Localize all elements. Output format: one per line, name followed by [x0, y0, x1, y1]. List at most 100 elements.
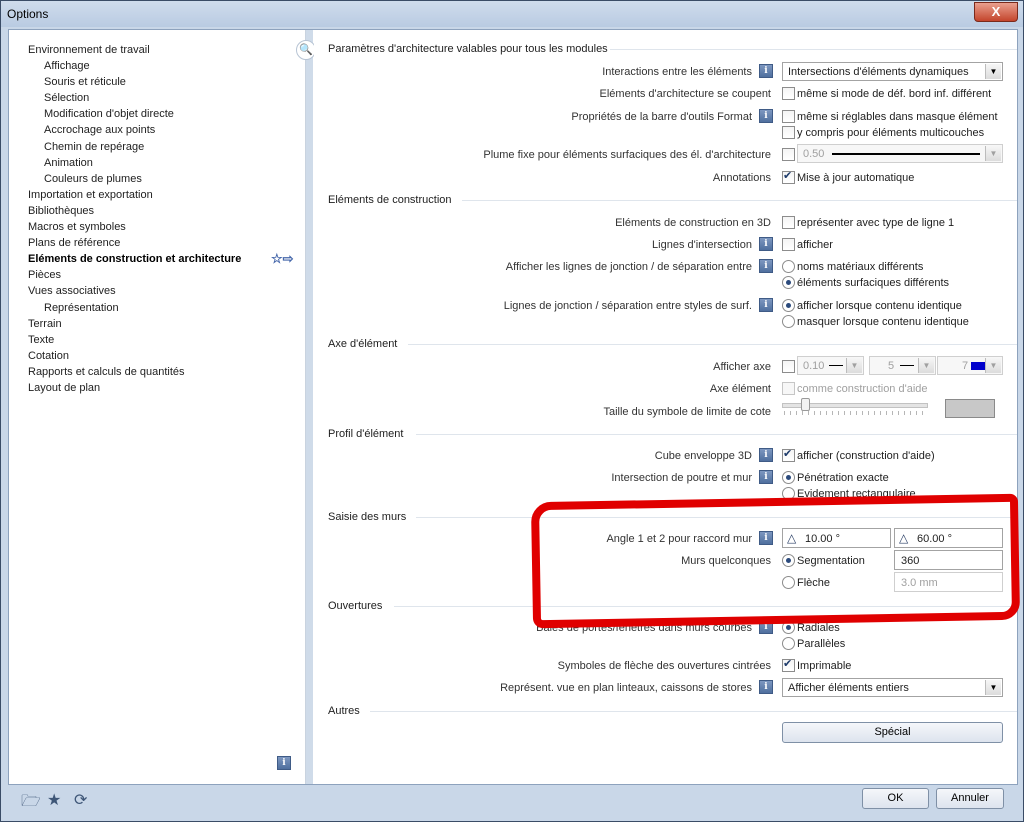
symboles-fleche-checkbox[interactable]: [782, 657, 795, 672]
afficher-axe-checkbox[interactable]: [782, 360, 795, 373]
bottom-bar: 🗁 ★ ⟳ OK Annuler: [1, 784, 1023, 821]
styles-afficher-radio[interactable]: [782, 299, 795, 312]
panel-splitter[interactable]: [306, 30, 313, 784]
cube-enveloppe-checkbox[interactable]: [782, 447, 795, 462]
jonction-surfaciques-radio[interactable]: [782, 276, 795, 289]
info-icon[interactable]: i: [759, 680, 773, 694]
info-icon[interactable]: i: [277, 756, 291, 770]
section-divider: [462, 200, 1017, 201]
tree-item[interactable]: Modification d'objet directe: [9, 106, 305, 122]
cancel-button[interactable]: Annuler: [936, 788, 1004, 809]
tree-item[interactable]: Représentation: [9, 300, 305, 316]
construction-3d-option: représenter avec type de ligne 1: [797, 217, 955, 229]
tree-item[interactable]: Affichage: [9, 58, 305, 74]
save-favorite-icon[interactable]: ★: [47, 790, 61, 810]
axe-pen-dropdown[interactable]: 0.10 ▼: [797, 356, 864, 375]
info-icon[interactable]: i: [759, 259, 773, 273]
tree-item[interactable]: Animation: [9, 155, 305, 171]
info-icon[interactable]: i: [759, 237, 773, 251]
plume-checkbox[interactable]: [782, 148, 795, 161]
tree-item[interactable]: Couleurs de plumes: [9, 171, 305, 187]
tree-item[interactable]: Terrain: [9, 316, 305, 332]
ok-button[interactable]: OK: [862, 788, 929, 809]
segmentation-radio[interactable]: [782, 554, 795, 567]
chevron-down-icon[interactable]: ▼: [846, 358, 862, 373]
tree-item[interactable]: Sélection: [9, 90, 305, 106]
tree-item[interactable]: Souris et réticule: [9, 74, 305, 90]
coupent-checkbox[interactable]: [782, 87, 795, 100]
tree-item[interactable]: Importation et exportation: [9, 187, 305, 203]
close-button[interactable]: X: [974, 2, 1018, 22]
color-swatch-preview: [971, 362, 985, 370]
chevron-down-icon[interactable]: ▼: [985, 680, 1001, 695]
axe-color-dropdown[interactable]: 7 ▼: [937, 356, 1003, 375]
tree-item-label: Accrochage aux points: [44, 124, 156, 137]
axe-element-option: comme construction d'aide: [797, 383, 928, 395]
info-icon[interactable]: i: [759, 109, 773, 123]
lignes-intersection-checkbox[interactable]: [782, 238, 795, 251]
segmentation-input[interactable]: 360: [894, 550, 1003, 570]
favorite-star-icon[interactable]: ☆⇨: [271, 251, 294, 267]
chevron-down-icon[interactable]: ▼: [985, 64, 1001, 79]
construction-3d-checkbox[interactable]: [782, 216, 795, 229]
info-icon[interactable]: i: [759, 298, 773, 312]
special-button[interactable]: Spécial: [782, 722, 1003, 743]
tree-item[interactable]: Rapports et calculs de quantités: [9, 364, 305, 380]
annotations-checkbox[interactable]: [782, 169, 795, 184]
baies-radiales-radio[interactable]: [782, 621, 795, 634]
info-icon[interactable]: i: [759, 448, 773, 462]
axe-element-checkbox[interactable]: [782, 382, 795, 395]
tree-item[interactable]: Plans de référence: [9, 235, 305, 251]
tree-item[interactable]: Layout de plan: [9, 380, 305, 396]
section-title-profil: Profil d'élément: [328, 428, 404, 440]
info-icon[interactable]: i: [759, 64, 773, 78]
tree-item[interactable]: Macros et symboles: [9, 219, 305, 235]
chevron-down-icon[interactable]: ▼: [918, 358, 934, 373]
chevron-down-icon[interactable]: ▼: [985, 358, 1001, 373]
coupent-label: Eléments d'architecture se coupent: [599, 88, 771, 100]
poutre-penetration-radio[interactable]: [782, 471, 795, 484]
linteaux-dropdown[interactable]: Afficher éléments entiers ▼: [782, 678, 1003, 697]
taille-symbole-slider-thumb[interactable]: [801, 398, 810, 411]
baies-radiales-option: Radiales: [797, 622, 840, 634]
info-icon[interactable]: i: [759, 470, 773, 484]
fleche-input[interactable]: 3.0 mm: [894, 572, 1003, 592]
poutre-evidement-option: Evidement rectangulaire: [797, 488, 916, 500]
jonction-materiaux-radio[interactable]: [782, 260, 795, 273]
tree-item-label: Vues associatives: [28, 285, 116, 298]
tree-item[interactable]: Accrochage aux points: [9, 122, 305, 138]
tree-item[interactable]: Eléments de construction et architecture…: [9, 251, 305, 267]
tree-item[interactable]: Cotation: [9, 348, 305, 364]
styles-masquer-radio[interactable]: [782, 315, 795, 328]
cube-enveloppe-label: Cube enveloppe 3D: [654, 450, 752, 462]
tree-item-label: Chemin de repérage: [44, 140, 145, 153]
reset-icon[interactable]: ⟳: [74, 790, 87, 810]
tree-item[interactable]: Texte: [9, 332, 305, 348]
baies-paralleles-radio[interactable]: [782, 637, 795, 650]
tree-item[interactable]: Bibliothèques: [9, 203, 305, 219]
fleche-radio[interactable]: [782, 576, 795, 589]
open-folder-icon[interactable]: 🗁: [21, 790, 41, 817]
poutre-evidement-radio[interactable]: [782, 487, 795, 500]
search-icon[interactable]: 🔍: [296, 40, 316, 60]
format-masque-checkbox[interactable]: [782, 110, 795, 123]
styles-masquer-option: masquer lorsque contenu identique: [797, 316, 969, 328]
format-multicouches-checkbox[interactable]: [782, 126, 795, 139]
angle2-input[interactable]: △ 60.00 °: [894, 528, 1003, 548]
symbol-size-preview: [945, 399, 995, 418]
tree-item[interactable]: Chemin de repérage: [9, 139, 305, 155]
tree-item[interactable]: Pièces: [9, 267, 305, 283]
axe-linetype-dropdown[interactable]: 5 ▼: [869, 356, 936, 375]
settings-panel: Paramètres d'architecture valables pour …: [314, 30, 1017, 784]
annotations-option: Mise à jour automatique: [797, 172, 915, 184]
plume-dropdown[interactable]: 0.50 ▼: [797, 144, 1003, 163]
interactions-dropdown[interactable]: Intersections d'éléments dynamiques ▼: [782, 62, 1003, 81]
angle1-input[interactable]: △ 10.00 °: [782, 528, 891, 548]
info-icon[interactable]: i: [759, 620, 773, 634]
info-icon[interactable]: i: [759, 531, 773, 545]
linteaux-label: Représent. vue en plan linteaux, caisson…: [500, 682, 752, 694]
tree-item[interactable]: Vues associatives: [9, 283, 305, 299]
annotations-label: Annotations: [712, 172, 771, 184]
tree-item[interactable]: Environnement de travail: [9, 42, 305, 58]
chevron-down-icon[interactable]: ▼: [985, 146, 1001, 161]
